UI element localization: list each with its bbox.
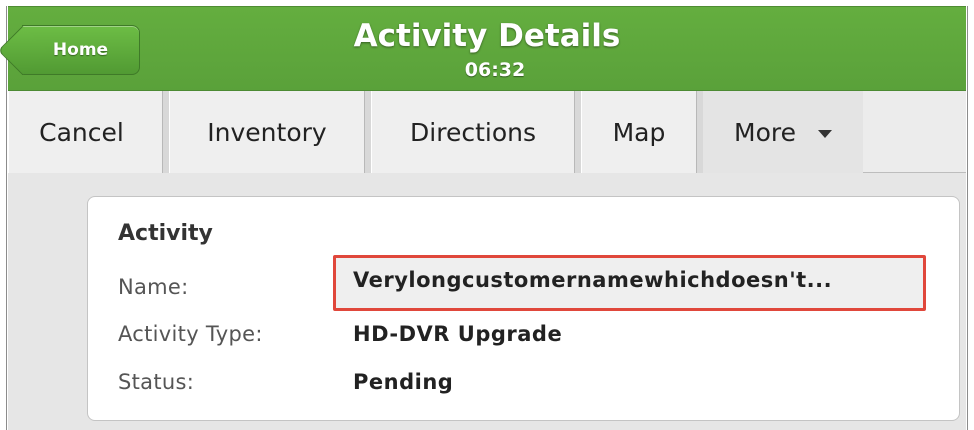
window-frame-left <box>0 0 8 430</box>
cancel-button[interactable]: Cancel <box>8 91 169 173</box>
app-header: Home Activity Details 06:32 <box>8 6 966 91</box>
map-button[interactable]: Map <box>581 91 703 173</box>
status-value: Pending <box>353 370 454 394</box>
action-toolbar: Cancel Inventory Directions Map More <box>8 91 966 173</box>
name-label: Name: <box>118 275 189 299</box>
activity-timer: 06:32 <box>464 59 526 81</box>
more-button-label: More <box>734 117 796 147</box>
more-dropdown-button[interactable]: More <box>703 91 863 173</box>
toolbar-spacer <box>863 91 966 172</box>
directions-button-label: Directions <box>410 117 536 147</box>
activity-section-title: Activity <box>118 221 213 246</box>
name-value-field[interactable]: Verylongcustomernamewhichdoesn't... <box>333 255 926 311</box>
name-value: Verylongcustomernamewhichdoesn't... <box>353 268 833 292</box>
inventory-button-label: Inventory <box>207 117 327 147</box>
inventory-button[interactable]: Inventory <box>169 91 371 173</box>
cancel-button-label: Cancel <box>39 117 124 147</box>
activity-type-label: Activity Type: <box>118 322 263 346</box>
directions-button[interactable]: Directions <box>371 91 581 173</box>
page-title: Activity Details <box>353 18 621 54</box>
activity-type-value: HD-DVR Upgrade <box>353 322 563 346</box>
caret-down-icon <box>817 130 832 138</box>
window-frame-right <box>966 0 974 430</box>
map-button-label: Map <box>612 117 666 147</box>
home-button-label: Home <box>52 40 109 60</box>
status-label: Status: <box>118 370 195 394</box>
